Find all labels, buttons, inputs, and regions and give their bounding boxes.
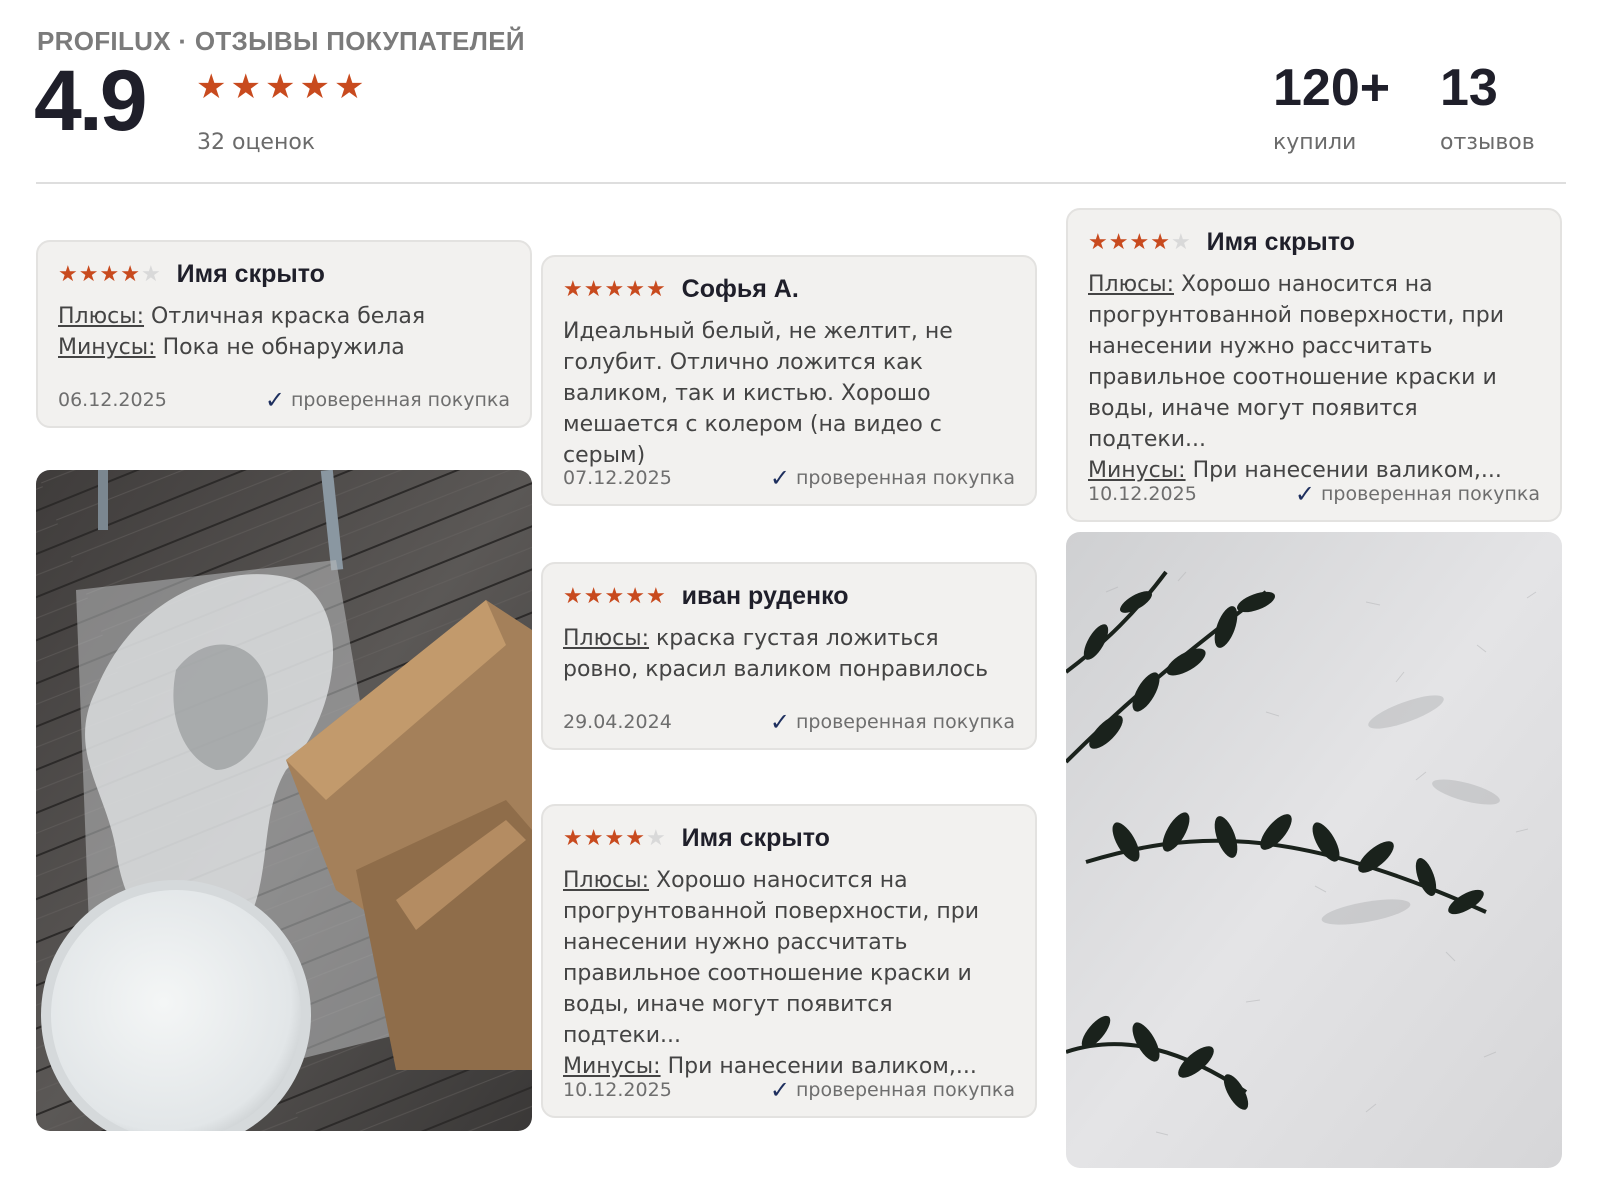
star-icon: ★: [583, 583, 604, 609]
star-icon: ★: [625, 276, 645, 302]
star-icon: ★: [625, 583, 645, 609]
plus-label: Плюсы:: [563, 626, 650, 651]
star-empty-icon: ★: [645, 825, 666, 851]
stat-value: 120+: [1273, 59, 1391, 117]
minus-label: Минусы:: [1088, 458, 1186, 483]
review-photo-wall-plant[interactable]: [1066, 532, 1562, 1168]
review-card[interactable]: ★ ★ ★ ★ ★ Имя скрыто Плюсы: Отличная краска …: [36, 240, 532, 428]
review-card[interactable]: ★ ★ ★ ★ ★ Имя скрыто Плюсы: Хорошо наносится…: [541, 804, 1037, 1118]
star-icon: ★: [583, 825, 604, 851]
review-card[interactable]: ★ ★ ★ ★ ★ Имя скрыто Плюсы: Хорошо наносится…: [1066, 208, 1562, 522]
star-icon: ★: [58, 261, 78, 287]
plus-label: Плюсы:: [1088, 272, 1175, 297]
check-icon: ✓: [264, 386, 285, 414]
star-empty-icon: ★: [1170, 229, 1191, 255]
paint-bucket-unboxing-photo: [36, 470, 532, 1131]
review-date: 10.12.2025: [1088, 483, 1197, 505]
review-author: Имя скрыто: [681, 824, 830, 852]
star-icon: ★: [1108, 229, 1129, 255]
review-card[interactable]: ★ ★ ★ ★ ★ иван руденко Плюсы: краска густая …: [541, 562, 1037, 750]
header-divider: [36, 182, 1566, 184]
review-body: Идеальный белый, не желтит, не голубит. …: [563, 319, 953, 468]
verified-purchase-badge: ✓ проверенная покупка: [770, 710, 1015, 734]
textured-wall-plant-photo: [1066, 532, 1562, 1168]
verified-label: проверенная покупка: [795, 711, 1015, 733]
review-author: Софья А.: [681, 275, 799, 303]
star-icon: ★: [1088, 229, 1108, 255]
review-date: 29.04.2024: [563, 711, 672, 733]
star-icon: ★: [333, 67, 365, 107]
plus-label: Плюсы:: [58, 304, 145, 329]
review-card[interactable]: ★ ★ ★ ★ ★ Софья А. Идеальный белый, не желти…: [541, 255, 1037, 506]
star-icon: ★: [563, 276, 583, 302]
verified-purchase-badge: ✓ проверенная покупка: [770, 1078, 1015, 1102]
ratings-count: 32 оценок: [197, 130, 316, 155]
review-rating-stars: ★ ★ ★ ★ ★: [58, 261, 161, 287]
star-icon: ★: [604, 825, 625, 851]
review-rating-stars: ★ ★ ★ ★ ★: [1088, 229, 1191, 255]
star-icon: ★: [264, 67, 296, 107]
review-body: Плюсы: Хорошо наносится на прогрунтованн…: [563, 865, 1015, 1082]
verified-purchase-badge: ✓ проверенная покупка: [1295, 482, 1540, 506]
star-icon: ★: [1150, 229, 1170, 255]
star-icon: ★: [563, 583, 583, 609]
average-rating: 4.9: [34, 53, 148, 149]
average-rating-stars: ★ ★ ★ ★ ★: [196, 70, 366, 104]
stat-bought: 120+ купили: [1273, 62, 1390, 155]
minus-label: Минусы:: [563, 1054, 661, 1079]
verified-label: проверенная покупка: [795, 1079, 1015, 1101]
review-date: 06.12.2025: [58, 389, 167, 411]
review-plus-text: Отличная краска белая: [151, 304, 426, 329]
star-icon: ★: [299, 67, 330, 107]
review-minus-text: При нанесении валиком,...: [1192, 458, 1502, 483]
review-body: Плюсы: краска густая ложиться ровно, кра…: [563, 623, 1015, 685]
verified-purchase-badge: ✓ проверенная покупка: [265, 388, 510, 412]
minus-label: Минусы:: [58, 335, 156, 360]
review-minus-text: Пока не обнаружила: [162, 335, 405, 360]
review-author: иван руденко: [681, 582, 849, 610]
review-date: 07.12.2025: [563, 467, 672, 489]
stat-label: купили: [1273, 130, 1357, 155]
star-icon: ★: [625, 825, 645, 851]
star-icon: ★: [583, 276, 604, 302]
verified-label: проверенная покупка: [795, 467, 1015, 489]
star-icon: ★: [196, 67, 227, 107]
review-plus-text: Хорошо наносится на прогрунтованной пове…: [1088, 272, 1504, 452]
review-minus-text: При нанесении валиком,...: [667, 1054, 977, 1079]
review-plus-text: Хорошо наносится на прогрунтованной пове…: [563, 868, 979, 1048]
verified-label: проверенная покупка: [290, 389, 510, 411]
review-photo-paint-bucket[interactable]: [36, 470, 532, 1131]
star-icon: ★: [563, 825, 583, 851]
review-body: Плюсы: Хорошо наносится на прогрунтованн…: [1088, 269, 1540, 486]
stat-label: отзывов: [1440, 130, 1535, 155]
verified-label: проверенная покупка: [1320, 483, 1540, 505]
review-body: Плюсы: Отличная краска белая Минусы: Пок…: [58, 301, 510, 363]
review-date: 10.12.2025: [563, 1079, 672, 1101]
star-icon: ★: [604, 276, 625, 302]
check-icon: ✓: [769, 464, 790, 492]
star-icon: ★: [120, 261, 140, 287]
check-icon: ✓: [769, 1076, 790, 1104]
star-empty-icon: ★: [140, 261, 161, 287]
star-icon: ★: [645, 583, 666, 609]
star-icon: ★: [645, 276, 666, 302]
star-icon: ★: [99, 261, 120, 287]
review-author: Имя скрыто: [176, 260, 325, 288]
review-author: Имя скрыто: [1206, 228, 1355, 256]
review-rating-stars: ★ ★ ★ ★ ★: [563, 583, 666, 609]
stat-value: 13: [1440, 59, 1498, 117]
plus-label: Плюсы:: [563, 868, 650, 893]
star-icon: ★: [1129, 229, 1150, 255]
star-icon: ★: [604, 583, 625, 609]
star-icon: ★: [78, 261, 99, 287]
star-icon: ★: [230, 67, 261, 107]
review-rating-stars: ★ ★ ★ ★ ★: [563, 276, 666, 302]
check-icon: ✓: [1294, 480, 1315, 508]
review-rating-stars: ★ ★ ★ ★ ★: [563, 825, 666, 851]
check-icon: ✓: [769, 708, 790, 736]
stat-reviews: 13 отзывов: [1440, 62, 1535, 155]
verified-purchase-badge: ✓ проверенная покупка: [770, 466, 1015, 490]
